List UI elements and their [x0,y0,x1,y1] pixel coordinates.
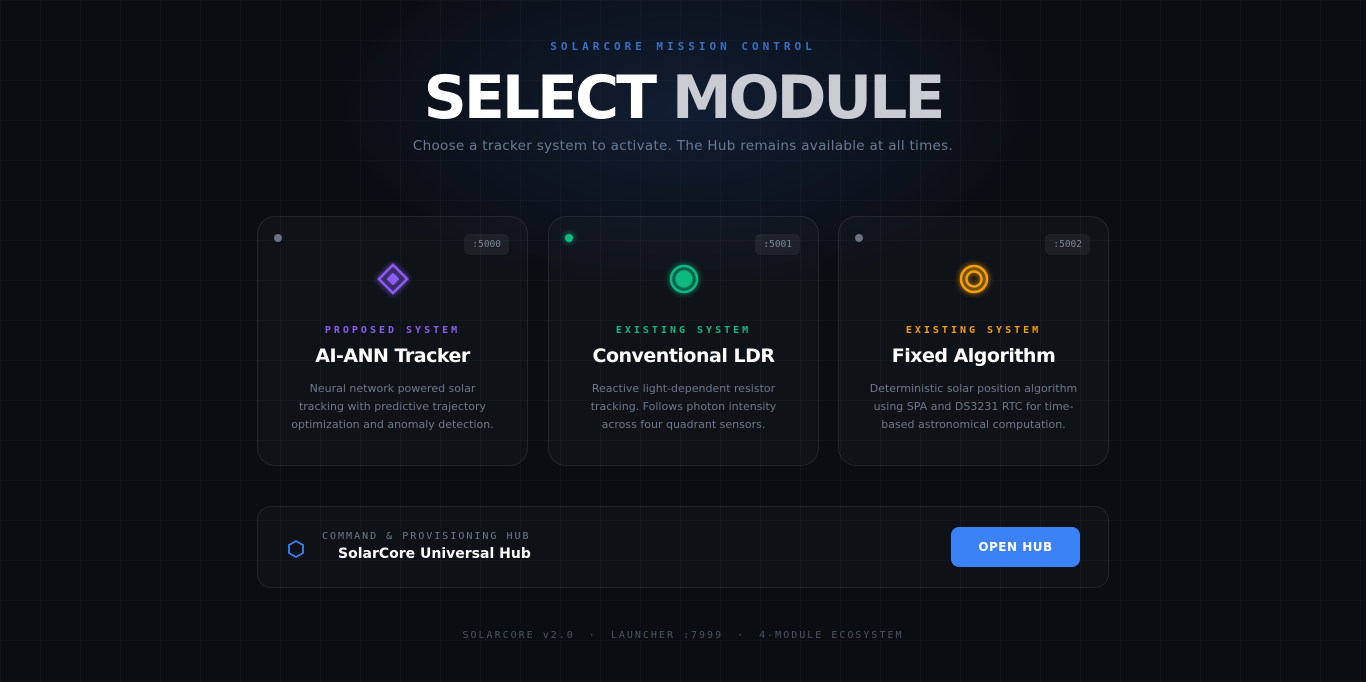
module-tag: PROPOSED SYSTEM [324,325,461,336]
open-hub-button[interactable]: OPEN HUB [951,527,1080,567]
footer-separator: · [588,630,597,641]
page-subtitle: Choose a tracker system to activate. The… [412,138,954,154]
header-kicker: SOLARCORE MISSION CONTROL [550,40,816,53]
status-dot [565,234,573,242]
port-badge: :5002 [1045,234,1090,255]
page-title: SELECT MODULE [0,62,1366,134]
module-description: Neural network powered solar tracking wi… [291,382,494,431]
target-icon [839,261,1108,297]
module-description: Reactive light-dependent resistor tracki… [590,382,777,431]
hub-panel: COMMAND & PROVISIONING HUB SolarCore Uni… [257,506,1109,588]
module-name: Fixed Algorithm [891,345,1056,367]
title-word-module: MODULE [671,63,945,133]
diamond-icon [258,261,527,297]
title-word-select: SELECT [423,63,657,133]
module-tag: EXISTING SYSTEM [615,325,752,336]
record-icon [549,261,818,297]
port-badge: :5001 [755,234,800,255]
module-name: Conventional LDR [592,345,775,367]
hub-kicker: COMMAND & PROVISIONING HUB [322,531,531,542]
status-dot [855,234,863,242]
module-description: Deterministic solar position algorithm u… [869,382,1078,431]
module-card-ai-ann[interactable]: :5000 PROPOSED SYSTEM AI-ANN Tracker Neu… [257,216,528,466]
footer-launcher: LAUNCHER :7999 [610,630,724,641]
footer-version: SOLARCORE v2.0 [462,630,575,641]
module-card-fixed[interactable]: :5002 EXISTING SYSTEM Fixed Algorithm De… [838,216,1109,466]
hexagon-icon [286,539,306,559]
hub-name: SolarCore Universal Hub [338,546,531,562]
footer-ecosystem: 4-MODULE ECOSYSTEM [759,630,904,641]
module-name: AI-ANN Tracker [315,345,470,367]
module-card-ldr[interactable]: :5001 EXISTING SYSTEM Conventional LDR R… [548,216,819,466]
port-badge: :5000 [464,234,509,255]
footer-separator: · [737,630,746,641]
status-dot [274,234,282,242]
footer: SOLARCORE v2.0 · LAUNCHER :7999 · 4-MODULE E… [0,630,1366,641]
module-tag: EXISTING SYSTEM [905,325,1042,336]
